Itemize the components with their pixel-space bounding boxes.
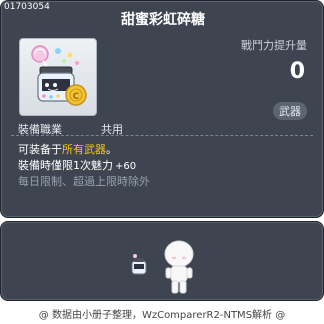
category-badge: 武器: [273, 102, 307, 120]
item-icon-frame: C: [19, 38, 97, 116]
candy-jar-icon: C: [31, 45, 87, 106]
description-suffix: 。: [106, 143, 117, 156]
svg-text:C: C: [73, 92, 80, 102]
held-candy-jar-icon: [131, 254, 147, 275]
divider: [11, 135, 313, 136]
description-line-1: 可装备于所有武器。: [18, 141, 117, 157]
description-prefix: 可装备于: [18, 143, 62, 156]
character-preview-panel: [0, 221, 324, 301]
description-highlight: 所有武器: [62, 143, 106, 156]
description-line-2: 裝備時僅限1次魅力 +60: [18, 157, 136, 173]
item-name: 甜蜜彩虹碎糖: [121, 12, 205, 28]
attack-increase-label: 戰鬥力提升量: [241, 39, 307, 52]
item-tooltip: 01703054 甜蜜彩虹碎糖 C 戰鬥力提升量 0 武器 裝備職業 共用 可装…: [0, 0, 324, 218]
equip-limit-text: 裝備時僅限1次魅力: [18, 159, 113, 172]
description-line-3: 每日限制、超過上限時除外: [18, 175, 150, 188]
charm-stat: +60: [115, 161, 137, 172]
attack-increase-value: 0: [289, 59, 305, 84]
character-avatar-icon: [164, 240, 194, 294]
footer-credit: @ 数据由小册子整理，WzComparerR2-NTMS解析 @: [38, 310, 286, 321]
character-preview: [131, 240, 194, 294]
